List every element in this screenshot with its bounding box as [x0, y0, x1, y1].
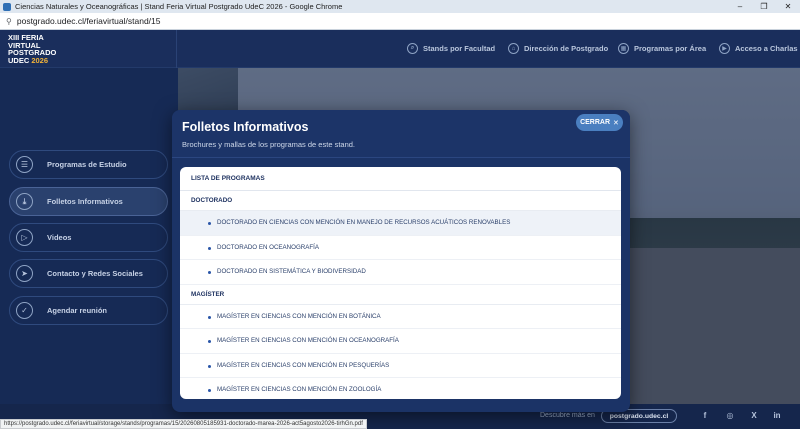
modal-subtitle: Brochures y mallas de los programas de e… — [182, 140, 356, 149]
program-link[interactable]: DOCTORADO EN OCEANOGRAFÍA — [180, 236, 621, 260]
stand-sidebar: ☰ Programas de Estudio ⤓ Folletos Inform… — [0, 68, 178, 411]
group-header-doctorado: DOCTORADO — [180, 191, 621, 211]
sidebar-item-programas[interactable]: ☰ Programas de Estudio — [9, 150, 168, 179]
program-link[interactable]: MAGÍSTER EN CIENCIAS CON MENCIÓN EN ZOOL… — [180, 378, 621, 399]
url-text[interactable]: postgrado.udec.cl/feriavirtual/stand/15 — [17, 16, 161, 26]
logo-line-4: UDEC 2026 — [8, 55, 68, 65]
minimize-button[interactable]: – — [728, 0, 752, 13]
sidebar-item-label: Programas de Estudio — [47, 160, 127, 169]
page: XIII FERIA VIRTUAL POSTGRADO UDEC 2026 ⌕… — [0, 30, 800, 429]
x-icon[interactable]: X — [749, 411, 759, 421]
nav-item-charlas[interactable]: ▶ Acceso a Charlas — [719, 43, 798, 54]
bullet-icon — [208, 389, 211, 392]
modal-title: Folletos Informativos — [182, 120, 309, 134]
bullet-icon — [208, 340, 211, 343]
feria-logo[interactable]: XIII FERIA VIRTUAL POSTGRADO UDEC 2026 — [8, 34, 68, 64]
home-icon: ⌂ — [508, 43, 519, 54]
bullet-icon — [208, 271, 211, 274]
video-icon: ▶ — [719, 43, 730, 54]
instagram-icon[interactable]: ◎ — [725, 411, 735, 421]
top-navigation: XIII FERIA VIRTUAL POSTGRADO UDEC 2026 ⌕… — [0, 30, 800, 68]
site-favicon-icon — [3, 2, 11, 11]
nav-item-direccion[interactable]: ⌂ Dirección de Postgrado — [508, 43, 608, 54]
bullet-icon — [208, 246, 211, 250]
close-icon: ✕ — [613, 119, 619, 127]
play-icon: ▷ — [16, 229, 33, 246]
nav-item-label: Dirección de Postgrado — [524, 44, 609, 53]
sidebar-item-agendar[interactable]: ✓ Agendar reunión — [9, 296, 168, 325]
sidebar-item-contacto[interactable]: ➤ Contacto y Redes Sociales — [9, 259, 168, 288]
program-list-header: LISTA DE PROGRAMAS — [180, 167, 621, 191]
bullet-icon — [208, 315, 211, 319]
logo-udec: UDEC — [8, 55, 32, 65]
nav-item-label: Programas por Área — [634, 44, 707, 53]
maximize-button[interactable]: ❐ — [752, 0, 776, 13]
modal-header: Folletos Informativos Brochures y mallas… — [172, 110, 630, 158]
search-icon: ⌕ — [407, 43, 418, 54]
sidebar-item-label: Videos — [47, 233, 72, 242]
group-header-magister: MAGÍSTER — [180, 285, 621, 305]
nav-item-label: Acceso a Charlas — [735, 44, 798, 53]
program-label: DOCTORADO EN SISTEMÁTICA Y BIODIVERSIDAD — [217, 268, 366, 276]
nav-divider — [176, 30, 177, 68]
program-label: DOCTORADO EN OCEANOGRAFÍA — [217, 243, 319, 251]
site-info-icon[interactable]: ⚲ — [6, 17, 12, 26]
program-label: MAGÍSTER EN CIENCIAS CON MENCIÓN EN OCEA… — [217, 337, 399, 345]
folletos-modal: Folletos Informativos Brochures y mallas… — [172, 110, 630, 412]
sidebar-item-folletos[interactable]: ⤓ Folletos Informativos — [9, 187, 168, 216]
bullet-icon — [208, 222, 211, 225]
close-button-label: CERRAR — [580, 119, 611, 126]
window-titlebar: Ciencias Naturales y Oceanográficas | St… — [0, 0, 800, 13]
status-bar-url: https://postgrado.udec.cl/feriavirtual/s… — [0, 419, 367, 429]
close-window-button[interactable]: ✕ — [776, 0, 800, 13]
grid-icon: ▦ — [618, 43, 629, 54]
logo-year: 2026 — [31, 55, 49, 65]
program-label: MAGÍSTER EN CIENCIAS CON MENCIÓN EN ZOOL… — [217, 386, 382, 394]
address-bar[interactable]: ⚲ postgrado.udec.cl/feriavirtual/stand/1… — [0, 13, 800, 30]
chat-icon: ☰ — [16, 156, 33, 173]
program-link[interactable]: MAGÍSTER EN CIENCIAS CON MENCIÓN EN BOTÁ… — [180, 305, 621, 329]
check-icon: ✓ — [16, 302, 33, 319]
program-list-panel: LISTA DE PROGRAMAS DOCTORADO DOCTORADO E… — [180, 167, 621, 399]
nav-item-stands[interactable]: ⌕ Stands por Facultad — [407, 43, 495, 54]
linkedin-icon[interactable]: in — [772, 411, 782, 421]
nav-item-programas[interactable]: ▦ Programas por Área — [618, 43, 706, 54]
send-icon: ➤ — [16, 265, 33, 282]
sidebar-item-label: Contacto y Redes Sociales — [47, 269, 143, 278]
program-label: DOCTORADO EN CIENCIAS CON MENCIÓN EN MAN… — [217, 219, 511, 227]
facebook-icon[interactable]: f — [700, 411, 710, 421]
sidebar-item-label: Folletos Informativos — [47, 197, 123, 206]
program-label: MAGÍSTER EN CIENCIAS CON MENCIÓN EN BOTÁ… — [217, 312, 381, 320]
program-label: MAGÍSTER EN CIENCIAS CON MENCIÓN EN PESQ… — [217, 361, 390, 369]
close-modal-button[interactable]: CERRAR ✕ — [576, 114, 623, 131]
window-title: Ciencias Naturales y Oceanográficas | St… — [15, 2, 343, 11]
program-link[interactable]: MAGÍSTER EN CIENCIAS CON MENCIÓN EN PESQ… — [180, 354, 621, 378]
footer-discover-text: Descubre más en — [540, 412, 595, 419]
program-link[interactable]: DOCTORADO EN SISTEMÁTICA Y BIODIVERSIDAD — [180, 260, 621, 285]
sidebar-item-videos[interactable]: ▷ Videos — [9, 223, 168, 252]
program-link[interactable]: DOCTORADO EN CIENCIAS CON MENCIÓN EN MAN… — [180, 211, 621, 236]
sidebar-item-label: Agendar reunión — [47, 306, 108, 315]
bullet-icon — [208, 364, 211, 368]
nav-item-label: Stands por Facultad — [423, 44, 496, 53]
download-icon: ⤓ — [16, 193, 33, 210]
program-link[interactable]: MAGÍSTER EN CIENCIAS CON MENCIÓN EN OCEA… — [180, 329, 621, 354]
